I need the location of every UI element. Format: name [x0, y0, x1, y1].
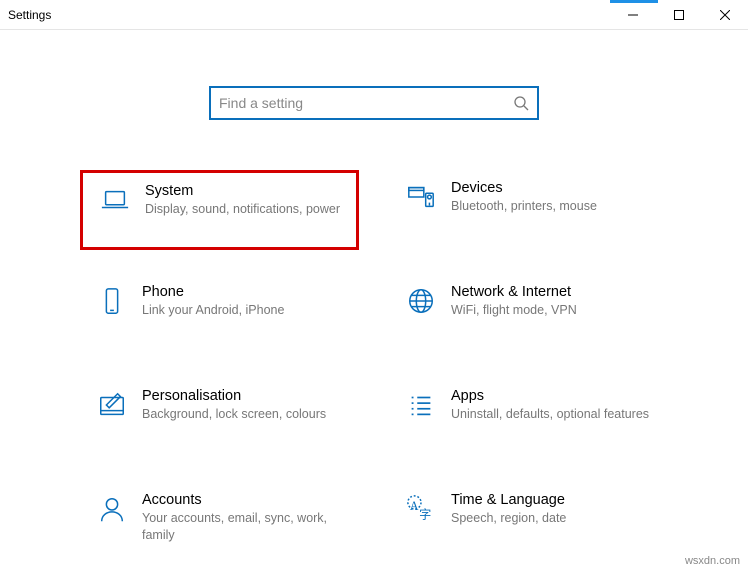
tile-desc: Uninstall, defaults, optional features [451, 406, 660, 423]
accent-bar [610, 0, 658, 3]
close-button[interactable] [702, 0, 748, 30]
globe-icon [406, 286, 436, 316]
tile-desc: Link your Android, iPhone [142, 302, 351, 319]
tile-title: Apps [451, 388, 660, 404]
window-title: Settings [8, 8, 51, 22]
tile-title: System [145, 183, 348, 199]
tile-desc: Your accounts, email, sync, work, family [142, 510, 351, 544]
maximize-button[interactable] [656, 0, 702, 30]
svg-text:A: A [410, 499, 419, 513]
search-icon [513, 95, 529, 111]
search-input[interactable] [219, 95, 513, 111]
tile-system[interactable]: System Display, sound, notifications, po… [80, 170, 359, 250]
tile-accounts[interactable]: Accounts Your accounts, email, sync, wor… [80, 482, 359, 562]
tile-desc: Speech, region, date [451, 510, 660, 527]
tile-title: Network & Internet [451, 284, 660, 300]
tile-title: Accounts [142, 492, 351, 508]
tile-devices[interactable]: Devices Bluetooth, printers, mouse [389, 170, 668, 250]
tile-title: Personalisation [142, 388, 351, 404]
devices-icon [406, 182, 436, 212]
tile-title: Devices [451, 180, 660, 196]
language-icon: A 字 [406, 494, 436, 524]
tile-personalisation[interactable]: Personalisation Background, lock screen,… [80, 378, 359, 458]
tile-desc: WiFi, flight mode, VPN [451, 302, 660, 319]
tile-apps[interactable]: Apps Uninstall, defaults, optional featu… [389, 378, 668, 458]
titlebar: Settings [0, 0, 748, 30]
tile-title: Phone [142, 284, 351, 300]
paint-icon [97, 390, 127, 420]
search-box[interactable] [209, 86, 539, 120]
tile-title: Time & Language [451, 492, 660, 508]
tile-desc: Bluetooth, printers, mouse [451, 198, 660, 215]
tile-network[interactable]: Network & Internet WiFi, flight mode, VP… [389, 274, 668, 354]
phone-icon [97, 286, 127, 316]
tile-phone[interactable]: Phone Link your Android, iPhone [80, 274, 359, 354]
watermark: wsxdn.com [683, 555, 742, 567]
search-container [0, 86, 748, 120]
person-icon [97, 494, 127, 524]
tile-desc: Background, lock screen, colours [142, 406, 351, 423]
list-icon [406, 390, 436, 420]
tile-time-language[interactable]: A 字 Time & Language Speech, region, date [389, 482, 668, 562]
settings-grid: System Display, sound, notifications, po… [80, 170, 668, 562]
laptop-icon [100, 185, 130, 215]
svg-text:字: 字 [419, 506, 431, 521]
tile-desc: Display, sound, notifications, power [145, 201, 348, 218]
minimize-button[interactable] [610, 0, 656, 30]
